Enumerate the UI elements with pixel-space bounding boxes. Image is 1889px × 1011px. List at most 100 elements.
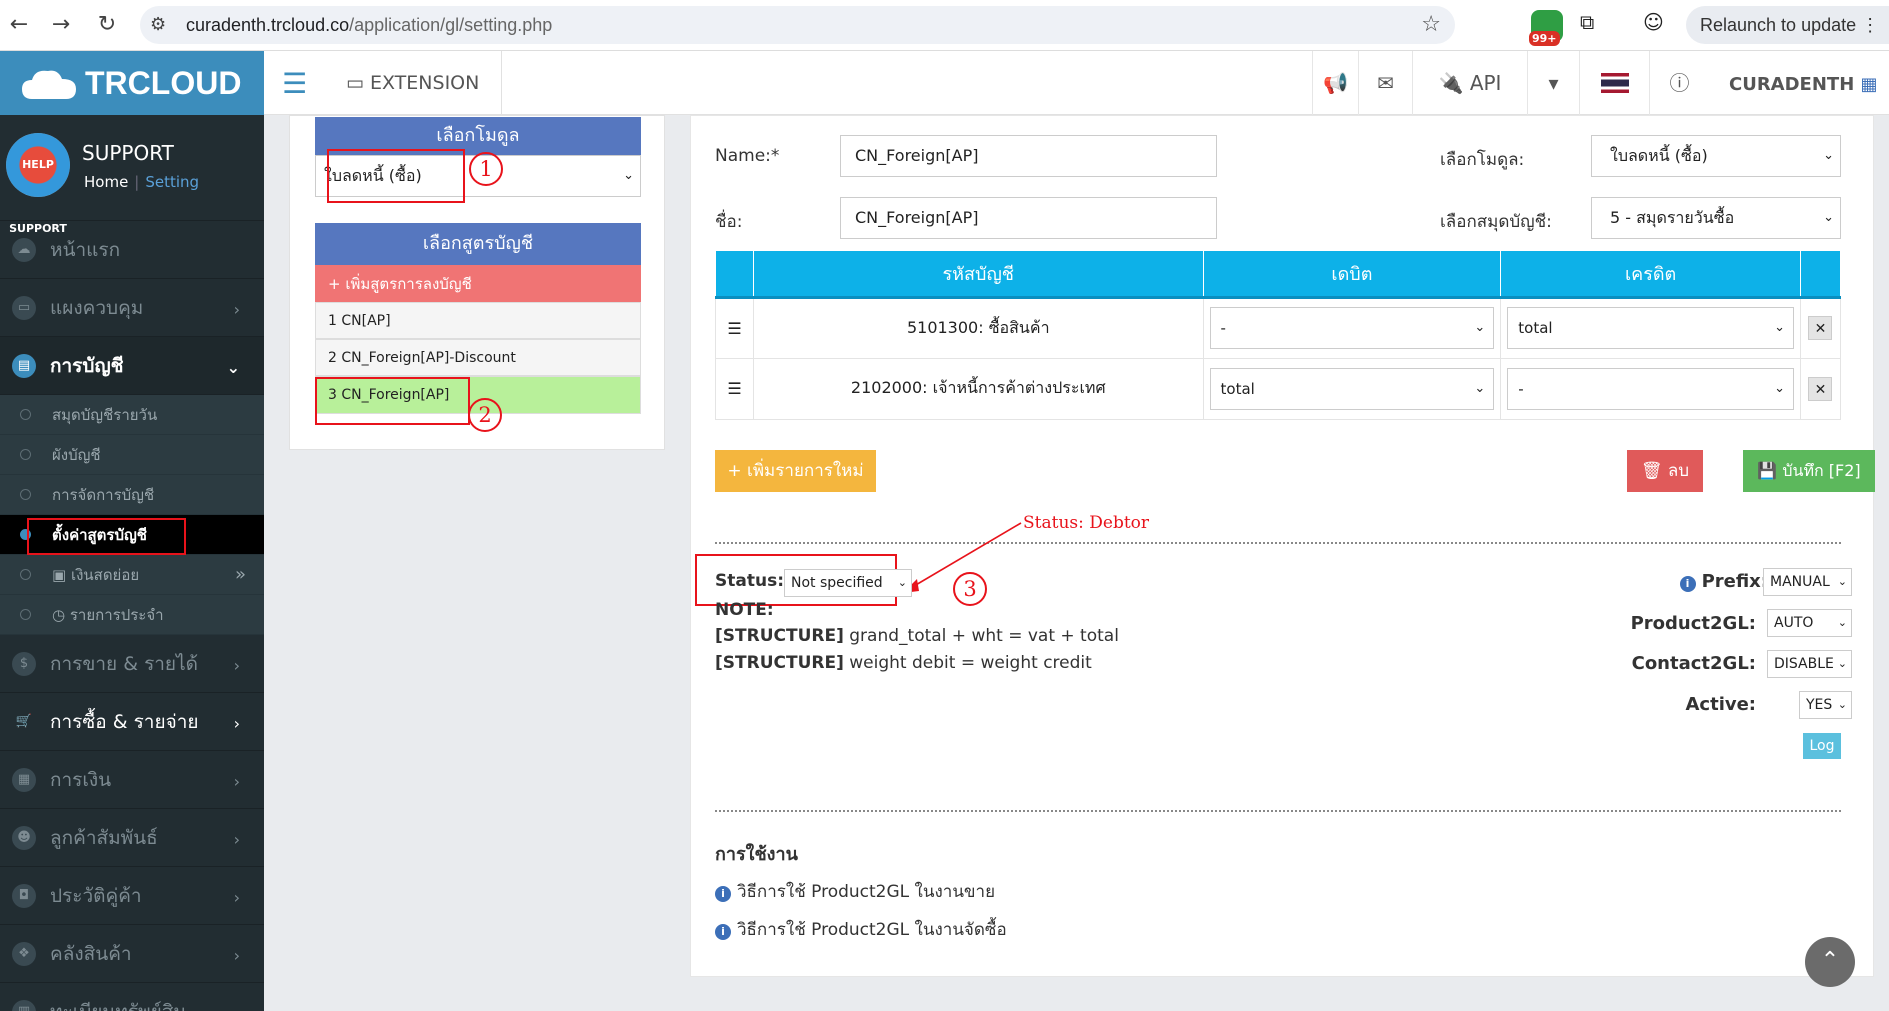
site-settings-icon[interactable]: ⚙ [150,14,166,35]
formula-select-header: เลือกสูตรบัญชี [315,223,641,265]
debit-select[interactable]: total ⌄ [1209,367,1495,410]
menu-toggle-icon[interactable]: ☰ [282,67,307,100]
reload-icon[interactable]: ↻ [92,10,122,40]
chevron-down-icon: ⌄ [1823,210,1834,225]
setting-link[interactable]: Setting [145,173,199,191]
extensions-puzzle-icon[interactable]: ⧉ [1580,10,1594,34]
add-formula-button[interactable]: + เพิ่มสูตรการลงบัญชี [315,265,641,302]
dropdown-caret-icon[interactable]: ▾ [1527,51,1579,115]
back-icon[interactable]: ← [4,10,34,40]
sidebar-item-crm[interactable]: ☻ ลูกค้าสัมพันธ์ › [0,809,264,867]
chevron-down-icon: ⌄ [1823,148,1834,163]
chevron-down-icon: ⌄ [1474,320,1486,335]
mail-icon[interactable]: ✉ [1358,51,1412,115]
annotation-status-note: Status: Debtor [1023,513,1150,533]
formula-item[interactable]: 1 CN[AP] [315,302,641,339]
usage-link-purchasing[interactable]: i วิธีการใช้ Product2GL ในงานจัดซื้อ [715,916,1007,943]
thai-name-label: ชื่อ: [715,212,743,232]
annotation-number: 3 [953,572,987,606]
sidebar-item-assets[interactable]: ▥ทะเบียนทรัพย์สิน [0,983,264,1011]
remove-row-icon[interactable]: ✕ [1808,316,1833,340]
calendar-icon: ▦ [12,768,36,792]
address-bar[interactable]: ⚙ curadenth.trcloud.co/application/gl/se… [140,6,1455,44]
extension-badge-icon[interactable]: 99+ [1529,10,1563,46]
account-lines-table: รหัสบัญชี เดบิต เครดิต ☰ 5101300: ซื้อสิ… [715,251,1842,420]
help-icon[interactable]: ⓘ [1649,51,1709,115]
debit-select[interactable]: - ⌄ [1209,307,1495,349]
sidebar-subitem-petty-cash[interactable]: ▣ เงินสดย่อย» [0,555,264,595]
active-label: Active: [1685,694,1756,715]
divider [715,542,1841,544]
credit-select[interactable]: - ⌄ [1507,367,1794,410]
journal-select[interactable]: 5 - สมุดรายวันซื้อ ⌄ [1591,197,1841,239]
bookmark-star-icon[interactable]: ☆ [1421,12,1441,37]
sidebar-subitem-journal[interactable]: สมุดบัญชีรายวัน [0,395,264,435]
sidebar-subitem-chart-of-accounts[interactable]: ผังบัญชี [0,435,264,475]
cubes-icon: ❖ [12,942,36,966]
sidebar-subitem-account-management[interactable]: การจัดการบัญชี [0,475,264,515]
api-button[interactable]: 🔌 API [1412,51,1527,115]
sidebar-item-finance[interactable]: ▦ การเงิน › [0,751,264,809]
profile-avatar-icon[interactable]: ☺ [1643,10,1664,34]
account-cell: 2102000: เจ้าหนี้การค้าต่างประเทศ [752,357,1204,420]
active-select[interactable]: YES ⌄ [1799,691,1852,719]
annotation-highlight-box [27,518,186,555]
usage-title: การใช้งาน [715,844,798,865]
formula-selector-panel: เลือกโมดูล ใบลดหนี้ (ซื้อ) ⌄ เลือกสูตรบัญ… [289,115,665,450]
product2gl-select[interactable]: AUTO ⌄ [1767,609,1852,637]
extension-button[interactable]: ▭ EXTENSION [346,51,503,115]
logo[interactable]: TRCLOUD [0,51,264,115]
sidebar-item-dashboard[interactable]: ▭ แผงควบคุม › [0,279,264,337]
url-text: curadenth.trcloud.co/application/gl/sett… [186,15,553,35]
home-link[interactable]: Home [84,173,128,191]
table-row: ☰ 2102000: เจ้าหนี้การค้าต่างประเทศ tota… [715,357,1842,420]
chevron-right-icon: › [233,888,240,907]
remove-row-icon[interactable]: ✕ [1808,376,1833,401]
forward-icon[interactable]: → [46,10,76,40]
book-icon: ▤ [12,354,36,378]
sidebar-item-home[interactable]: ☁ หน้าแรก [0,221,264,279]
drag-handle-icon[interactable]: ☰ [715,357,754,420]
scroll-to-top-icon[interactable]: ⌃ [1805,937,1855,987]
structure-note-1: [STRUCTURE] grand_total + wht = vat + to… [715,626,1119,646]
log-button[interactable]: Log [1803,733,1841,759]
credit-select[interactable]: total ⌄ [1507,307,1794,349]
module-select[interactable]: ใบลดหนี้ (ซื้อ) ⌄ [1591,135,1841,177]
delete-button[interactable]: 🗑 ลบ [1627,450,1703,492]
annotation-number: 1 [469,152,503,186]
drag-handle-icon[interactable]: ☰ [715,296,754,359]
add-row-button[interactable]: + เพิ่มรายการใหม่ [715,450,876,492]
sidebar-item-inventory[interactable]: ❖ คลังสินค้า › [0,925,264,983]
sidebar-item-sales[interactable]: $ การขาย & รายได้ › [0,635,264,693]
contact2gl-select[interactable]: DISABLE ⌄ [1767,650,1852,678]
chevron-down-icon: ⌄ [226,358,240,377]
formula-item[interactable]: 2 CN_Foreign[AP]-Discount [315,339,641,376]
relaunch-button[interactable]: Relaunch to update ⋮ [1686,6,1889,44]
chevron-down-icon: ⌄ [623,168,634,183]
announcement-icon[interactable]: 📢 [1312,51,1358,115]
annotation-number: 2 [468,398,502,432]
usage-link-sales[interactable]: i วิธีการใช้ Product2GL ในงานขาย [715,878,995,905]
sidebar-item-accounting[interactable]: ▤ การบัญชี ⌄ [0,337,264,395]
monitor-icon: ▭ [12,296,36,320]
table-row: ☰ 5101300: ซื้อสินค้า - ⌄ total ⌄ ✕ [715,296,1842,359]
sidebar-item-partner-history[interactable]: ◘ ประวัติคู่ค้า › [0,867,264,925]
language-flag-icon[interactable] [1579,51,1649,115]
save-button[interactable]: 💾 บันทึก [F2] [1743,450,1875,492]
prefix-select[interactable]: MANUAL ⌄ [1763,568,1852,596]
product2gl-label: Product2GL: [1630,613,1756,634]
cart-icon: 🛒 [15,714,33,729]
credit-column-header: เครดิต [1500,251,1801,299]
journal-label: เลือกสมุดบัญชี: [1440,212,1552,232]
name-input[interactable]: CN_Foreign[AP] [840,135,1217,177]
dollar-icon: $ [12,652,36,676]
info-icon: i [715,924,731,940]
thai-name-input[interactable]: CN_Foreign[AP] [840,197,1217,239]
company-name[interactable]: CURADENTH ▦ [1729,51,1878,115]
chevron-down-icon: ⌄ [1837,657,1847,670]
status-select[interactable]: Not specified ⌄ [784,569,912,597]
cloud-logo-icon [22,70,76,99]
browser-toolbar: ← → ↻ ⚙ curadenth.trcloud.co/application… [0,0,1889,51]
sidebar-subitem-recurring[interactable]: ◷ รายการประจำ [0,595,264,635]
sidebar-item-purchases[interactable]: 🛒 การซื้อ & รายจ่าย › [0,693,264,751]
